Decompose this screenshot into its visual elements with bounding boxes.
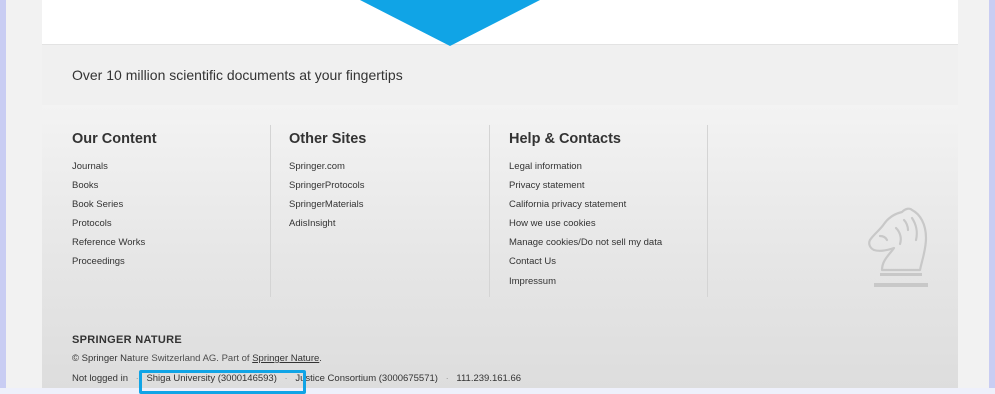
springer-nature-logo: SPRINGER NATURE [72, 334, 183, 346]
footer-link-contact-us[interactable]: Contact Us [509, 252, 662, 271]
footer-link-adisinsight[interactable]: AdisInsight [289, 214, 366, 233]
column-heading: Help & Contacts [509, 131, 621, 147]
column-divider [707, 125, 708, 297]
footer-link-springer-com[interactable]: Springer.com [289, 157, 366, 176]
footer-link-protocols[interactable]: Protocols [72, 214, 157, 233]
footer-link-book-series[interactable]: Book Series [72, 195, 157, 214]
footer-link-privacy-statement[interactable]: Privacy statement [509, 176, 662, 195]
copyright-hidden-text: ture Switzerland AG. Part of [132, 353, 250, 364]
not-logged-in-text: Not logged in [72, 373, 128, 384]
footer-link-springerprotocols[interactable]: SpringerProtocols [289, 176, 366, 195]
springer-nature-link[interactable]: Springer Nature [252, 353, 319, 364]
copyright-prefix: © Springer Na [72, 353, 133, 364]
tagline-text: Over 10 million scientific documents at … [72, 67, 403, 83]
down-arrow-annotation [360, 0, 540, 46]
right-frame [989, 0, 995, 388]
footer-column-other-sites: Other Sites Springer.com SpringerProtoco… [289, 131, 366, 233]
site-footer: Our Content Journals Books Book Series P… [42, 105, 958, 388]
chess-knight-icon [868, 207, 928, 287]
column-divider [270, 125, 271, 297]
footer-column-help-contacts: Help & Contacts Legal information Privac… [509, 131, 662, 291]
footer-link-impressum[interactable]: Impressum [509, 272, 662, 291]
highlight-box [139, 370, 306, 394]
footer-link-springermaterials[interactable]: SpringerMaterials [289, 195, 366, 214]
institution-justice: Justice Consortium (3000675571) [295, 373, 438, 384]
footer-link-books[interactable]: Books [72, 176, 157, 195]
footer-link-reference-works[interactable]: Reference Works [72, 233, 157, 252]
right-gutter [958, 0, 989, 388]
tagline-bar: Over 10 million scientific documents at … [42, 44, 958, 106]
footer-link-journals[interactable]: Journals [72, 157, 157, 176]
footer-link-manage-cookies[interactable]: Manage cookies/Do not sell my data [509, 233, 662, 252]
left-gutter [6, 0, 42, 388]
footer-link-legal-information[interactable]: Legal information [509, 157, 662, 176]
footer-link-california-privacy[interactable]: California privacy statement [509, 195, 662, 214]
footer-link-cookies[interactable]: How we use cookies [509, 214, 662, 233]
separator: · [445, 373, 449, 384]
copyright-line: © Springer Nature Switzerland AG. Part o… [72, 353, 322, 364]
ip-address: 111.239.161.66 [456, 373, 522, 384]
column-heading: Our Content [72, 131, 157, 147]
column-heading: Other Sites [289, 131, 367, 147]
footer-column-our-content: Our Content Journals Books Book Series P… [72, 131, 157, 272]
copyright-suffix: . [319, 353, 322, 364]
footer-link-proceedings[interactable]: Proceedings [72, 252, 157, 271]
column-divider [489, 125, 490, 297]
